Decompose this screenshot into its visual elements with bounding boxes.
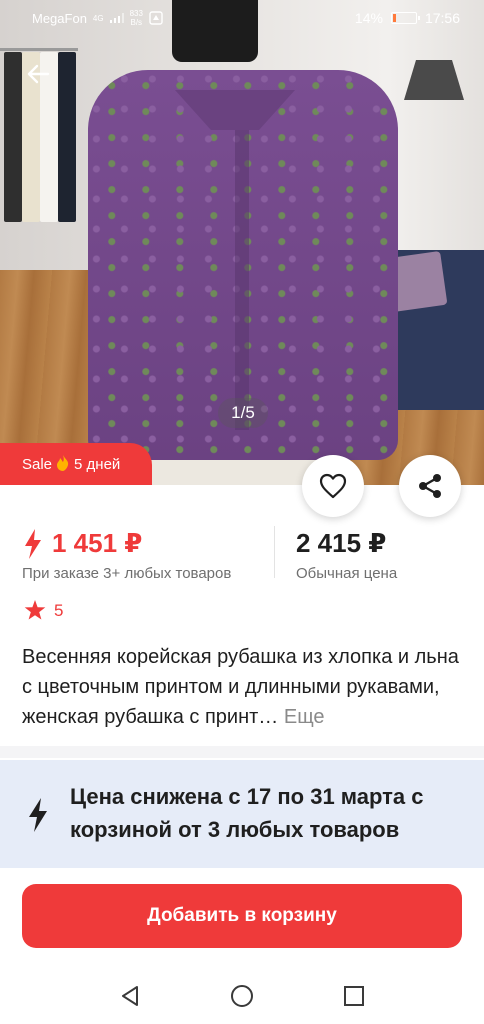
sale-label: Sale [22,455,53,473]
battery-percent: 14% [354,10,383,26]
more-link[interactable]: Еще [284,706,325,728]
carrier-name: MegaFon [32,10,87,26]
rating-value: 5 [54,600,64,620]
back-arrow-icon[interactable] [24,60,52,88]
circle-home-icon[interactable] [228,982,256,1010]
sale-duration: 5 дней [74,455,121,473]
bolt-icon [25,528,41,559]
deal-price: 1 451 ₽ [24,528,142,559]
share-icon [419,474,441,498]
price-section: 1 451 ₽ При заказе 3+ любых товаров 2 41… [0,520,484,584]
shirt-placket [235,130,249,430]
share-button[interactable] [399,455,461,517]
product-rating[interactable]: 5 [24,600,63,621]
signal-icon [109,13,124,23]
product-title-text: Весенняя корейская рубашка из хлопка и л… [22,646,459,728]
gallery-counter: 1/5 [218,398,268,428]
clock: 17:56 [424,10,460,26]
status-bar: MegaFon 4G 833 B/s 14% 17:56 [0,0,484,36]
battery-icon [390,12,420,24]
regular-price-note: Обычная цена [296,565,398,582]
fire-icon [56,454,70,474]
price-divider [274,526,275,578]
notification-icon [149,11,163,25]
bolt-icon [29,798,47,832]
heart-icon [319,473,347,499]
network-speed: 833 B/s [129,9,143,27]
promo-banner: Цена снижена с 17 по 31 марта с корзиной… [0,760,484,868]
product-title: Весенняя корейская рубашка из хлопка и л… [22,642,462,732]
star-icon [24,600,46,620]
system-nav-bar [0,968,484,1024]
network-type: 4G [92,13,104,23]
promo-text: Цена снижена с 17 по 31 марта с корзиной… [70,784,424,842]
favorite-button[interactable] [302,455,364,517]
sale-badge: Sale 5 дней [0,443,152,485]
triangle-back-icon[interactable] [116,982,144,1010]
deal-price-amount: 1 451 ₽ [52,528,143,558]
regular-price-amount: 2 415 ₽ [296,528,387,558]
add-to-cart-button[interactable]: Добавить в корзину [22,884,462,948]
deal-price-note: При заказе 3+ любых товаров [22,565,232,582]
square-recents-icon[interactable] [340,982,368,1010]
section-divider [0,746,484,758]
